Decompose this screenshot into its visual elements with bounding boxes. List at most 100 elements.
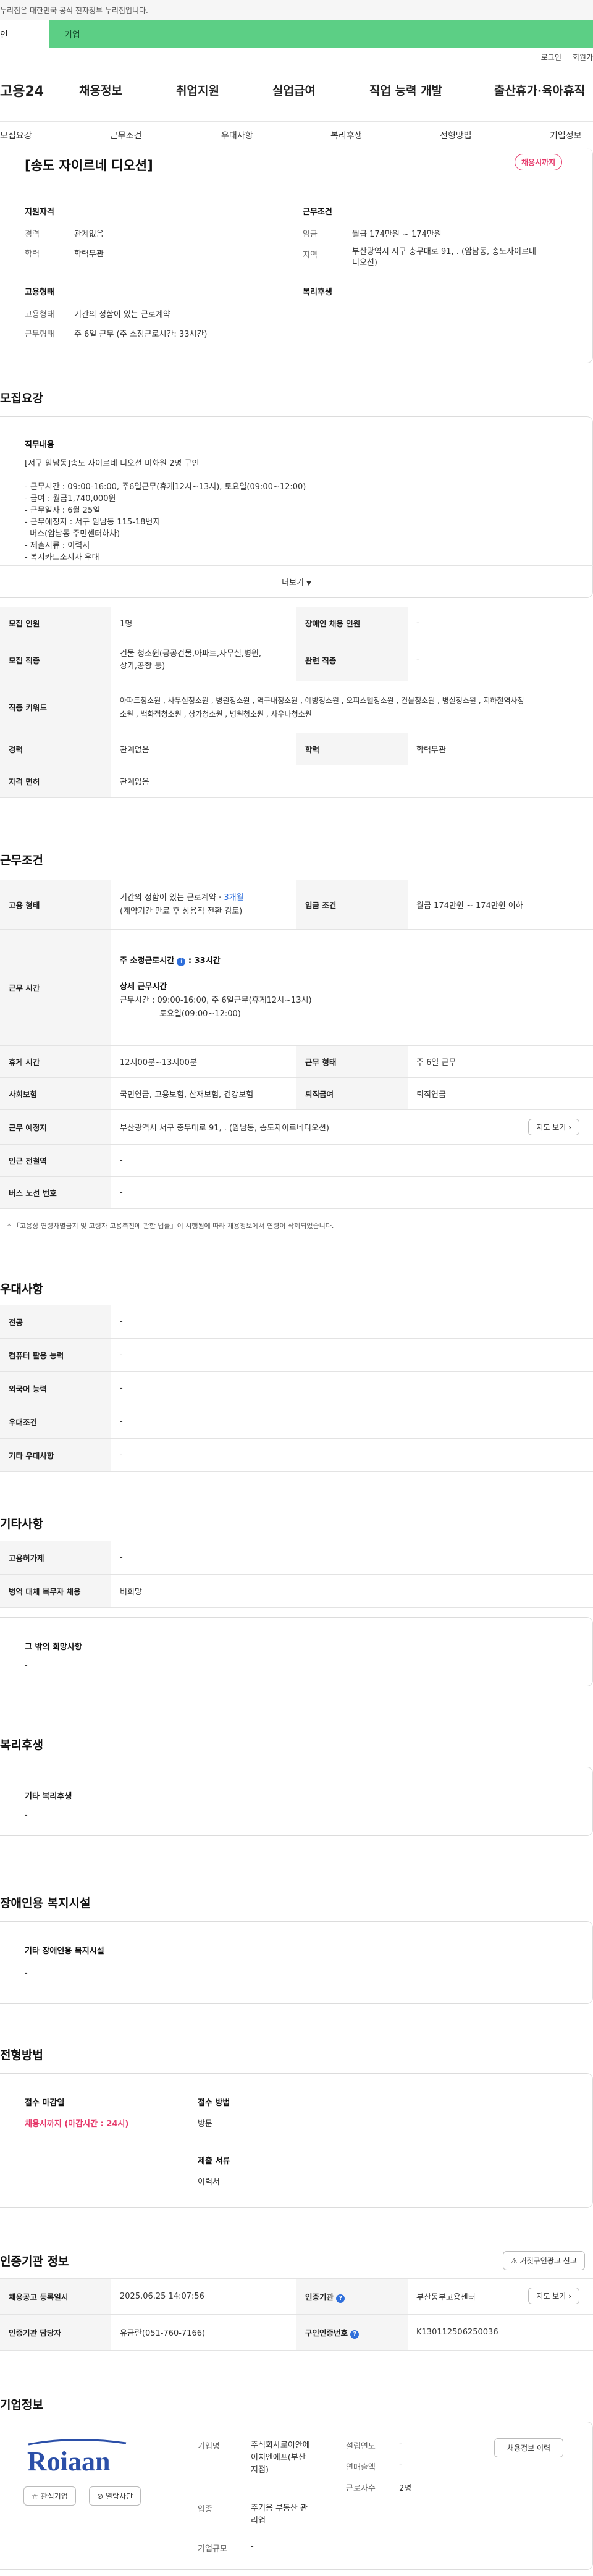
table-row: 기타 우대사항 -: [0, 1438, 593, 1472]
block-icon: ⊘: [97, 2492, 104, 2501]
login-link[interactable]: 로그인: [541, 52, 561, 62]
row-label: 컴퓨터 활용 능력: [0, 1338, 111, 1372]
method-title: 접수 방법: [198, 2098, 230, 2108]
table-row: 근무 시간 주 소정근로시간 i : 33시간 상세 근무시간 근무시간 : 0…: [0, 929, 593, 1046]
method-value: 방문: [198, 2119, 212, 2129]
deadline-pill: 채용시까지: [515, 154, 563, 170]
company-logo-graphic: Roiaan: [27, 2438, 127, 2477]
auth-map-button[interactable]: 지도 보기 ›: [528, 2288, 579, 2304]
auth-org-value: 부산동부고용센터: [416, 2293, 476, 2302]
row-label: 장애인 채용 인원: [296, 607, 408, 639]
row-value: 국민연금, 고용보험, 산재보험, 건강보험: [111, 1077, 296, 1110]
lnb-selection[interactable]: 전형방법: [440, 129, 472, 141]
row-value: 퇴직연금: [408, 1077, 593, 1110]
section-nav: 모집요강 근무조건 우대사항 복리후생 전형방법 기업정보: [0, 121, 593, 148]
info-icon[interactable]: ?: [350, 2330, 360, 2339]
row-label: 임금 조건: [296, 880, 408, 930]
lnb-preference[interactable]: 우대사항: [221, 129, 253, 141]
conditions-title: 근무조건: [303, 208, 332, 217]
gnb-item-leave[interactable]: 출산휴가·육아휴직: [494, 82, 585, 98]
table-row: 병역 대체 복무자 채용 비희망: [0, 1574, 593, 1608]
lnb-conditions[interactable]: 근무조건: [110, 129, 142, 141]
row-label: 기타 우대사항: [0, 1438, 111, 1472]
workplace-address: 부산광역시 서구 충무대로 91, . (암남동, 송도자이르네디오션): [120, 1124, 329, 1133]
lnb-recruit[interactable]: 모집요강: [0, 129, 32, 141]
history-button[interactable]: 채용정보 이력: [494, 2438, 564, 2457]
row-label: 우대조건: [0, 1405, 111, 1439]
company-logo: Roiaan: [25, 2438, 130, 2478]
docs-value: 이력서: [198, 2178, 220, 2187]
deadline-title: 접수 마감일: [25, 2098, 65, 2108]
auth-no-label: 구인인증번호: [305, 2328, 348, 2338]
signup-link[interactable]: 회원가: [573, 52, 593, 62]
row-label: 퇴직급여: [296, 1077, 408, 1110]
row-value: 1명: [111, 607, 296, 639]
employees-value: 2명: [399, 2484, 412, 2493]
hours-detail-1: 근무시간 : 09:00-16:00, 주 6일근무(휴게12시~13시): [120, 995, 312, 1005]
qualification-title: 지원자격: [25, 208, 54, 217]
table-row: 외국어 능력 -: [0, 1371, 593, 1405]
chevron-down-icon: ▼: [306, 580, 311, 587]
row-label: 외국어 능력: [0, 1371, 111, 1405]
lnb-welfare[interactable]: 복리후생: [330, 129, 363, 141]
fav-company-button[interactable]: ☆ 관심기업: [23, 2486, 76, 2506]
welfare-card: 기타 복리후생 -: [0, 1767, 593, 1836]
table-row: 경력 관계없음 학력 학력무관: [0, 733, 593, 765]
auth-heading: 인증기관 정보: [0, 2255, 69, 2268]
welfare-box-value: -: [25, 1811, 28, 1820]
region-label: 지역: [303, 251, 318, 260]
site-logo[interactable]: 고용24: [0, 80, 44, 100]
selection-heading: 전형방법: [0, 2048, 43, 2062]
lnb-company[interactable]: 기업정보: [550, 129, 582, 141]
row-label: 버스 노선 번호: [0, 1176, 111, 1209]
company-name-value: 주식회사로이안에 이치엔에프(부산 지점): [251, 2441, 310, 2475]
founded-label: 설립연도: [346, 2442, 376, 2451]
work-table: 고용 형태 기간의 정함이 있는 근로계약 · 3개월 (계약기간 만료 후 상…: [0, 880, 593, 1209]
row-value: 월급 174만원 ~ 174만원 이하: [408, 880, 593, 930]
chevron-right-icon: ›: [568, 1123, 571, 1132]
tab-individual[interactable]: 인: [0, 20, 49, 48]
table-row: 사회보험 국민연금, 고용보험, 산재보험, 건강보험 퇴직급여 퇴직연금: [0, 1077, 593, 1110]
block-company-button[interactable]: ⊘ 열람차단: [89, 2486, 141, 2506]
row-label: 근무 시간: [0, 929, 111, 1046]
row-value: 학력무관: [408, 733, 593, 765]
career-value: 관계없음: [74, 230, 104, 239]
table-row: 전공 -: [0, 1305, 593, 1339]
disabled-box-value: -: [25, 1969, 28, 1978]
row-value: 관계없음: [111, 765, 593, 798]
row-label: 관련 직종: [296, 639, 408, 681]
gov-banner: 누리집은 대한민국 공식 전자정부 누리집입니다.: [0, 0, 593, 20]
table-row: 인근 전철역 -: [0, 1144, 593, 1177]
history-label: 채용정보 이력: [507, 2444, 551, 2452]
row-value: 유금란(051-760-7166): [111, 2314, 296, 2351]
sales-value: -: [399, 2460, 402, 2470]
etype-sub: (계약기간 만료 후 상용직 전환 검토): [120, 906, 243, 916]
gnb-item-skills[interactable]: 직업 능력 개발: [369, 82, 442, 98]
info-icon[interactable]: i: [177, 957, 186, 966]
row-value: -: [111, 1144, 593, 1177]
recruit-table: 모집 인원 1명 장애인 채용 인원 - 모집 직종 건물 청소원(공공건물,아…: [0, 607, 593, 798]
other-heading: 기타사항: [0, 1517, 43, 1531]
row-label: 경력: [0, 733, 111, 765]
hours-total-label: 주 소정근로시간: [120, 956, 175, 966]
map-button[interactable]: 지도 보기 ›: [528, 1119, 579, 1135]
row-value: -: [111, 1438, 593, 1472]
etype-value: 기간의 정함이 있는 근로계약: [74, 310, 170, 319]
more-toggle[interactable]: 더보기 ▼: [0, 565, 593, 597]
info-icon[interactable]: ?: [336, 2294, 345, 2303]
row-label: 전공: [0, 1305, 111, 1339]
tab-corporate[interactable]: 기업: [49, 20, 593, 48]
welfare-title: 복리후생: [303, 288, 332, 297]
table-row: 채용공고 등록일시 2025.06.25 14:07:56 인증기관 ? 부산동…: [0, 2278, 593, 2315]
work-heading: 근무조건: [0, 854, 43, 867]
row-label: 모집 인원: [0, 607, 111, 639]
row-label: 고용 형태: [0, 880, 111, 930]
gnb-item-employment-support[interactable]: 취업지원: [176, 82, 219, 98]
row-value: -: [111, 1305, 593, 1339]
gnb-item-jobs[interactable]: 채용정보: [79, 82, 122, 98]
row-label: 휴게 시간: [0, 1045, 111, 1078]
report-button[interactable]: ⚠ 거짓구인광고 신고: [503, 2251, 585, 2270]
row-label: 모집 직종: [0, 639, 111, 681]
gnb-item-unemployment[interactable]: 실업급여: [272, 82, 316, 98]
other-hope-value: -: [25, 1661, 28, 1670]
